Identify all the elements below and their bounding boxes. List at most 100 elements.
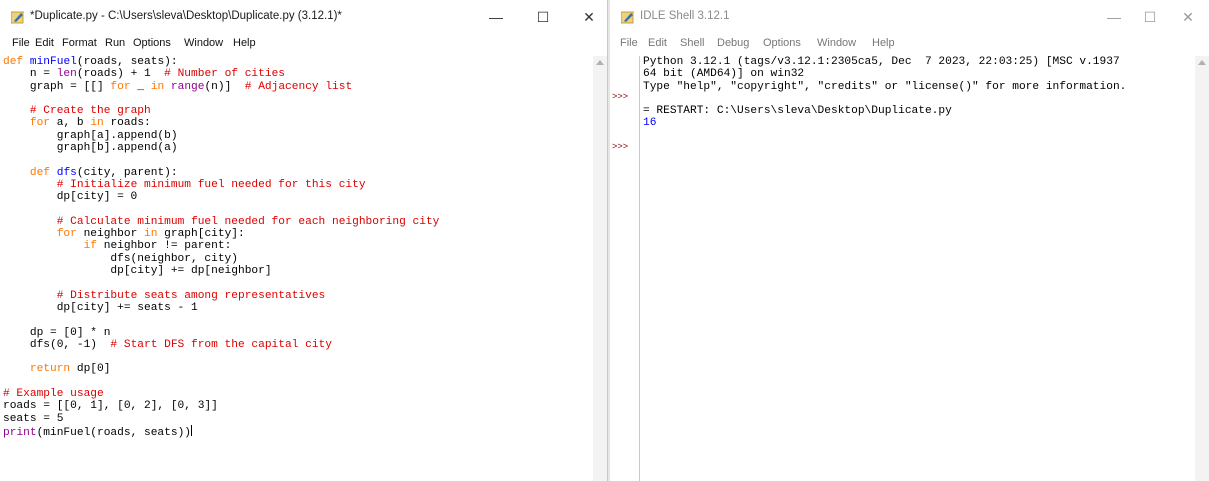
shell-prompt: >>> [612, 92, 629, 103]
maximize-button[interactable]: ☐ [1137, 6, 1163, 28]
token: n = [3, 68, 57, 81]
code-line: def minFuel(roads, seats): [3, 56, 439, 68]
code-line: 64 bit (AMD64)] on win32 [643, 68, 1126, 80]
menu-format[interactable]: Format [62, 37, 97, 49]
token: graph[b].append(a) [3, 142, 178, 155]
token: roads = [[0, 1], [0, 2], [0, 3]] [3, 400, 218, 413]
token-kw: def [3, 56, 24, 68]
python-idle-icon [620, 10, 635, 24]
editor-title: *Duplicate.py - C:\Users\sleva\Desktop\D… [30, 10, 342, 22]
token-bi: range [170, 80, 205, 93]
menu-shell[interactable]: Shell [680, 37, 704, 49]
menu-window[interactable]: Window [184, 37, 223, 49]
shell-prompt: >>> [612, 141, 629, 152]
code-line: dfs(0, -1) # Start DFS from the capital … [3, 339, 439, 351]
token: roads: [103, 117, 151, 130]
menu-options[interactable]: Options [133, 37, 171, 49]
editor-scrollbar[interactable] [593, 56, 607, 481]
menu-file[interactable]: File [620, 37, 638, 49]
token-kw: in [144, 228, 158, 241]
token-cm: # Create the graph [29, 105, 151, 118]
shell-title: IDLE Shell 3.12.1 [640, 10, 730, 22]
token: dp[0] [70, 363, 111, 376]
code-line: # Example usage [3, 388, 439, 400]
editor-menubar: File Edit Format Run Options Window Help [0, 36, 607, 52]
code-line: dp[city] += seats - 1 [3, 302, 439, 314]
menu-edit[interactable]: Edit [35, 37, 54, 49]
token: a, b [50, 117, 91, 130]
token: dp[city] += dp[neighbor] [3, 265, 272, 278]
editor-titlebar[interactable]: *Duplicate.py - C:\Users\sleva\Desktop\D… [0, 0, 607, 32]
token: _ [130, 80, 151, 93]
token-kw: for [29, 117, 51, 130]
token: (roads) + 1 [76, 68, 165, 81]
text-cursor [191, 424, 192, 436]
token: 64 bit (AMD64)] on win32 [643, 68, 805, 81]
code-line: graph[b].append(a) [3, 142, 439, 154]
scroll-up-arrow-icon[interactable] [596, 60, 604, 65]
code-line: = RESTART: C:\Users\sleva\Desktop\Duplic… [643, 105, 1126, 117]
token: (n)] [204, 80, 245, 93]
code-line: Python 3.12.1 (tags/v3.12.1:2305ca5, Dec… [643, 56, 1126, 68]
code-editor-text[interactable]: def minFuel(roads, seats): n = len(roads… [3, 56, 439, 439]
code-line: roads = [[0, 1], [0, 2], [0, 3]] [3, 400, 439, 412]
code-line: if neighbor != parent: [3, 240, 439, 252]
menu-window[interactable]: Window [817, 37, 856, 49]
token-def: minFuel [29, 56, 77, 68]
token: Type "help", "copyright", "credits" or "… [643, 80, 1127, 93]
close-button[interactable]: ✕ [1175, 6, 1201, 28]
code-line: seats = 5 [3, 413, 439, 425]
code-line: for neighbor in graph[city]: [3, 228, 439, 240]
token-kw: in [150, 80, 165, 93]
token: dfs(neighbor, city) [3, 252, 238, 265]
code-line: return dp[0] [3, 363, 439, 375]
code-line: dp = [0] * n [3, 327, 439, 339]
code-line: print(minFuel(roads, seats)) [3, 424, 439, 439]
menu-run[interactable]: Run [105, 37, 125, 49]
menu-debug[interactable]: Debug [717, 37, 749, 49]
menu-edit[interactable]: Edit [648, 37, 667, 49]
token-cm: # Example usage [3, 388, 104, 401]
token-cm: # Initialize minimum fuel needed for thi… [56, 178, 366, 191]
shell-output-text[interactable]: Python 3.12.1 (tags/v3.12.1:2305ca5, Dec… [643, 56, 1126, 130]
code-line: for a, b in roads: [3, 117, 439, 129]
token: dfs(0, -1) [3, 338, 111, 351]
code-line: graph = [[] for _ in range(n)] # Adjacen… [3, 81, 439, 93]
menu-help[interactable]: Help [233, 37, 256, 49]
code-line: n = len(roads) + 1 # Number of cities [3, 68, 439, 80]
minimize-button[interactable]: — [1101, 6, 1127, 28]
code-line: dfs(neighbor, city) [3, 253, 439, 265]
code-line: graph[a].append(b) [3, 130, 439, 142]
token-def: dfs [56, 166, 77, 179]
token-bi: len [56, 68, 77, 81]
token: dp[city] += seats - 1 [3, 301, 198, 314]
shell-titlebar[interactable]: IDLE Shell 3.12.1 — ☐ ✕ [610, 0, 1209, 32]
scroll-up-arrow-icon[interactable] [1198, 60, 1206, 65]
code-line: def dfs(city, parent): [3, 167, 439, 179]
code-line: 16 [643, 117, 1126, 129]
menu-help[interactable]: Help [872, 37, 895, 49]
token: dp[city] = 0 [3, 191, 138, 204]
maximize-button[interactable]: ☐ [530, 6, 556, 28]
token-kw: for [110, 80, 131, 93]
close-button[interactable]: ✕ [576, 6, 602, 28]
shell-scrollbar[interactable] [1195, 56, 1209, 481]
token-cm: # Number of cities [164, 68, 286, 81]
prompt-gutter: >>> >>> [610, 56, 640, 481]
token: graph[a].append(b) [3, 129, 178, 142]
menu-options[interactable]: Options [763, 37, 801, 49]
token: (minFuel(roads, seats)) [36, 426, 191, 439]
minimize-button[interactable]: — [483, 6, 509, 28]
menu-file[interactable]: File [12, 37, 30, 49]
